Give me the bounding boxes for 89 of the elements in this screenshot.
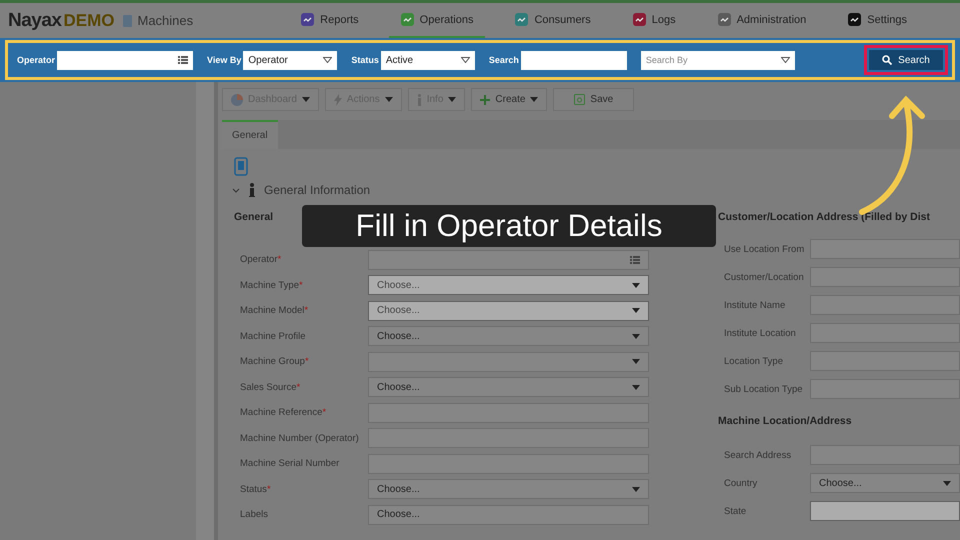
field-label: Machine Serial Number (239, 458, 340, 470)
search-button[interactable]: Search (869, 50, 943, 70)
select-field[interactable]: Choose... (368, 377, 649, 398)
nav-tab[interactable]: Administration (706, 3, 818, 38)
input-field[interactable] (368, 250, 649, 270)
vending-machine-icon (234, 157, 248, 177)
toolbar-button[interactable]: Save (553, 88, 634, 111)
field-label: Use Location From (723, 244, 806, 254)
chevron-icon[interactable] (232, 188, 240, 192)
input-field[interactable] (368, 454, 649, 474)
select-field[interactable] (368, 352, 649, 372)
caret-icon (632, 359, 640, 364)
input-field[interactable] (810, 267, 960, 287)
input-field[interactable]: Choose... (368, 504, 649, 525)
caret-icon (302, 97, 310, 102)
field-label: Location Type (723, 356, 784, 366)
group-title: Customer/Location Address (Filled by Dist (718, 210, 930, 225)
field-label: Search Address (723, 450, 792, 460)
list-icon (630, 256, 640, 264)
caret-icon (323, 57, 332, 63)
field-label: Institute Location (723, 328, 797, 338)
field-label: Labels (239, 509, 269, 520)
field-label: Sales Source* (239, 382, 302, 393)
input-field[interactable] (368, 428, 649, 448)
field-label: Machine Reference* (239, 407, 328, 418)
input-field[interactable] (57, 50, 194, 70)
caret-icon (943, 480, 951, 486)
toolbar-button[interactable]: Create (471, 88, 548, 111)
input-field[interactable] (810, 445, 960, 465)
field-label: Machine Type* (239, 280, 304, 291)
input-field[interactable] (810, 323, 960, 343)
caret-icon (632, 308, 640, 314)
info-icon (416, 94, 422, 106)
group-title: General (234, 210, 274, 225)
field-label: Sub Location Type (723, 384, 804, 394)
field-label: Institute Name (723, 300, 786, 310)
group-title: Machine Location/Address (718, 414, 852, 429)
filter-label: Search (488, 55, 519, 65)
input-field[interactable] (520, 50, 627, 70)
plus-icon (480, 94, 490, 104)
field-label: Machine Profile (239, 330, 306, 342)
caret-icon (632, 384, 640, 390)
select-field[interactable]: Choose... (368, 326, 649, 346)
filter-label: Status (351, 55, 379, 65)
caret-icon (448, 97, 456, 102)
nav-tab[interactable]: Consumers (503, 3, 603, 38)
save-icon (574, 94, 586, 105)
caret-icon (780, 57, 790, 63)
field-label: Machine Group* (239, 356, 310, 368)
select-field[interactable]: Active (380, 50, 475, 70)
input-field[interactable] (368, 402, 649, 423)
caret-icon (632, 282, 640, 288)
page-title: Machines (138, 13, 194, 28)
input-field[interactable] (810, 351, 960, 371)
field-label: Customer/Location (723, 272, 805, 282)
field-label: Machine Model* (239, 305, 310, 316)
filter-label: View By (207, 55, 242, 65)
caret-icon (632, 334, 640, 339)
field-label: Status* (239, 484, 272, 495)
caret-icon (384, 97, 393, 102)
caret-icon (632, 486, 640, 492)
lightning-icon (334, 94, 342, 106)
field-label: Operator* (239, 254, 282, 266)
input-field[interactable] (810, 295, 960, 315)
pie-chart-icon (231, 94, 243, 106)
field-label: Machine Number (Operator) (239, 432, 360, 444)
input-field[interactable] (810, 379, 960, 399)
select-field[interactable]: Choose... (368, 479, 649, 500)
select-field[interactable]: Choose... (810, 473, 960, 493)
brand-name: Nayax (8, 10, 62, 32)
nav-tab[interactable]: Reports (289, 3, 371, 38)
caret-icon (530, 97, 538, 102)
input-field[interactable] (810, 239, 960, 259)
section-title: General Information (264, 183, 370, 197)
list-icon (178, 56, 188, 64)
field-label: Country (723, 478, 758, 488)
select-field[interactable]: Operator (243, 50, 338, 70)
brand-suffix-text: DEMO (64, 10, 114, 30)
select-field[interactable]: Search By (640, 50, 795, 70)
caption-banner: Fill in Operator Details (302, 205, 716, 247)
splitter[interactable] (196, 82, 218, 540)
tab[interactable]: General (222, 120, 278, 149)
filter-label: Operator (17, 55, 56, 65)
field-label: State (723, 506, 748, 516)
info-icon (249, 183, 255, 197)
nav-tab[interactable]: Settings (836, 3, 920, 38)
nav-tab[interactable]: Logs (620, 3, 688, 38)
search-icon (882, 55, 892, 65)
caret-icon (460, 57, 470, 63)
